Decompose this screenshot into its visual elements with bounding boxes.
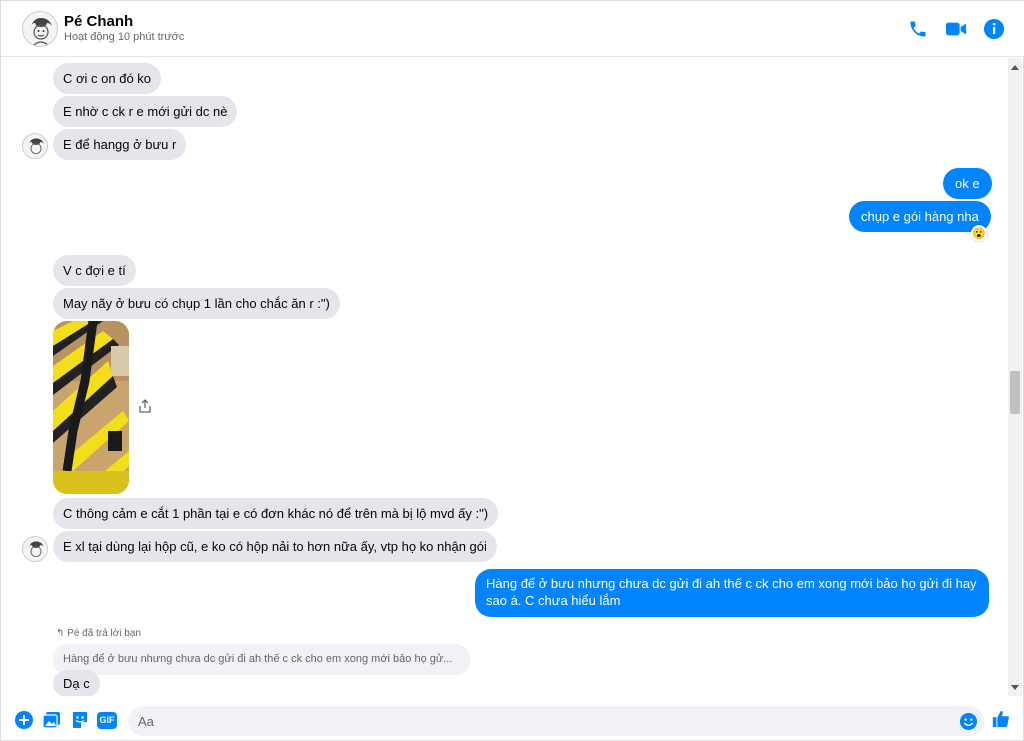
gif-icon[interactable]: GIF xyxy=(97,710,117,730)
message-input[interactable] xyxy=(138,706,948,736)
share-icon[interactable] xyxy=(137,398,153,414)
contact-avatar-small[interactable] xyxy=(22,133,48,159)
thumbs-up-icon[interactable] xyxy=(991,709,1011,729)
reaction-wow[interactable]: 😮 xyxy=(971,225,987,241)
messenger-window: Pé Chanh Hoạt động 10 phút trước C ơi c … xyxy=(0,0,1024,741)
message-photo[interactable] xyxy=(53,321,129,494)
scroll-down-arrow[interactable] xyxy=(1011,685,1019,690)
gif-label: GIF xyxy=(97,711,117,729)
message-bubble-outgoing[interactable]: Hàng để ở bưu nhưng chưa dc gửi đi ah th… xyxy=(475,569,989,617)
message-bubble-outgoing[interactable]: chụp e gói hàng nha xyxy=(849,201,991,232)
sticker-icon[interactable] xyxy=(70,710,90,730)
message-list[interactable]: C ơi c on đó ko E nhờ c ck r e mới gửi d… xyxy=(1,58,1008,696)
phone-icon[interactable] xyxy=(907,18,929,40)
video-icon[interactable] xyxy=(945,18,967,40)
message-bubble-outgoing[interactable]: ok e xyxy=(943,168,992,199)
contact-name[interactable]: Pé Chanh xyxy=(64,13,133,30)
message-bubble-incoming[interactable]: E nhờ c ck r e mới gửi dc nè xyxy=(53,96,238,127)
message-bubble-incoming[interactable]: May nãy ở bưu có chụp 1 lần cho chắc ăn … xyxy=(53,288,340,319)
scroll-up-arrow[interactable] xyxy=(1011,65,1019,70)
message-text-line: Hàng để ở bưu nhưng chưa dc gửi đi ah th… xyxy=(486,576,977,591)
message-bubble-incoming[interactable]: E để hangg ở bưu r xyxy=(53,129,187,160)
photo-icon[interactable] xyxy=(42,710,62,730)
contact-avatar-small[interactable] xyxy=(22,536,48,562)
message-text-line: sao á. C chưa hiểu lắm xyxy=(486,593,621,608)
message-bubble-incoming[interactable]: E xl tại dùng lại hộp cũ, e ko có hộp nả… xyxy=(53,531,497,562)
message-bubble-incoming[interactable]: C thông cảm e cắt 1 phần tại e có đơn kh… xyxy=(53,498,499,529)
reply-label-text: Pé đã trả lời bạn xyxy=(67,628,141,639)
plus-icon[interactable] xyxy=(14,710,34,730)
message-input-wrapper xyxy=(128,706,984,736)
scrollbar-thumb[interactable] xyxy=(1010,371,1020,414)
contact-avatar[interactable] xyxy=(22,11,58,47)
contact-status: Hoạt động 10 phút trước xyxy=(64,31,185,43)
conversation-header: Pé Chanh Hoạt động 10 phút trước xyxy=(1,1,1024,57)
message-bubble-incoming[interactable]: Dạ c xyxy=(53,670,100,696)
emoji-icon[interactable] xyxy=(958,711,978,731)
info-icon[interactable] xyxy=(983,18,1005,40)
reply-quote[interactable]: Hàng để ở bưu nhưng chưa dc gửi đi ah th… xyxy=(53,644,470,675)
chat-scrollbar[interactable] xyxy=(1008,58,1022,696)
message-bubble-incoming[interactable]: V c đợi e tí xyxy=(53,255,136,286)
message-composer: GIF xyxy=(1,700,1024,741)
message-bubble-incoming[interactable]: C ơi c on đó ko xyxy=(53,63,162,94)
reply-arrow-icon: ↰ xyxy=(56,628,65,639)
reply-label: ↰ Pé đã trả lời bạn xyxy=(56,628,141,639)
